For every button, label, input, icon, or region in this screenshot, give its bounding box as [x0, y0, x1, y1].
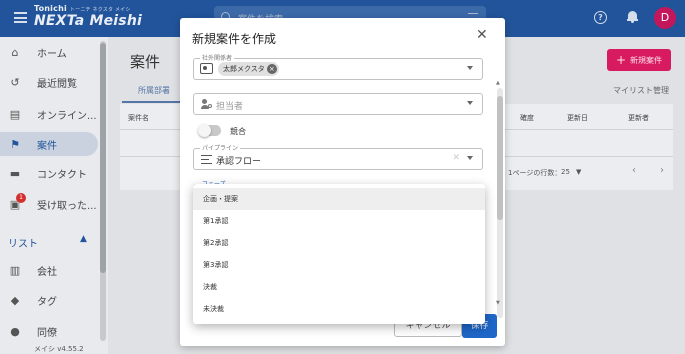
- sidebar-item-label: タグ: [37, 296, 57, 308]
- toggle-knob: [198, 124, 211, 137]
- sidebar-item-deals[interactable]: ⚑ 案件: [0, 132, 98, 156]
- pipeline-legend: パイプライン: [200, 143, 241, 152]
- close-icon[interactable]: ✕: [476, 27, 488, 43]
- sidebar-item-received[interactable]: ▣ 1 受け取った...: [0, 192, 98, 216]
- sidebar-scrollbar[interactable]: [100, 41, 106, 341]
- chat-icon: ▬: [9, 166, 21, 180]
- contact-card-icon: [200, 63, 213, 74]
- sidebar-item-recent[interactable]: ↺ 最近閲覧: [0, 70, 98, 94]
- scroll-thumb[interactable]: [497, 96, 503, 220]
- column-header[interactable]: 更新日: [567, 113, 588, 123]
- sidebar-item-contacts[interactable]: ▬ コンタクト: [0, 161, 98, 185]
- tab-department[interactable]: 所属部署: [138, 85, 170, 96]
- chevron-down-icon[interactable]: ▼: [576, 168, 581, 176]
- dialog-title: 新規案件を作成: [192, 32, 277, 46]
- notification-badge: 1: [16, 193, 26, 203]
- remove-chip-icon[interactable]: ×: [266, 64, 277, 74]
- sidebar-item-home[interactable]: ⌂ ホーム: [0, 40, 98, 64]
- customer-field[interactable]: 社外関係者 太郎メクスタ ×: [193, 53, 483, 80]
- rows-per-page-label: 1ページの行数：: [508, 169, 562, 177]
- sidebar-item-label: ホーム: [37, 48, 67, 60]
- bell-icon[interactable]: [627, 11, 638, 23]
- sidebar-item-label: オンライン...: [37, 110, 97, 122]
- dialog-scrollbar[interactable]: [497, 88, 503, 318]
- customer-legend: 社外関係者: [200, 53, 235, 62]
- next-page-icon[interactable]: ›: [660, 165, 664, 176]
- mylist-manage-link[interactable]: マイリスト管理: [613, 85, 669, 96]
- rows-per-page-select[interactable]: 25: [561, 168, 570, 176]
- phase-dropdown-menu: 企画・提案 第1承認 第2承認 第3承認 決裁 未決裁: [193, 184, 485, 324]
- sidebar-item-label: 受け取った...: [37, 200, 97, 212]
- brand-name: NEXTa Meishi: [34, 13, 143, 29]
- menu-icon[interactable]: [14, 12, 27, 23]
- home-icon: ⌂: [11, 45, 19, 59]
- dropdown-arrow-icon[interactable]: [467, 66, 473, 70]
- menu-item[interactable]: 第2承認: [193, 232, 485, 254]
- list-icon: [201, 155, 212, 164]
- tag-icon: ◆: [10, 293, 20, 307]
- building-icon: ▥: [9, 263, 21, 277]
- column-header[interactable]: 更新者: [628, 113, 649, 123]
- plus-icon: +: [615, 53, 627, 67]
- sidebar-item-label: 案件: [37, 140, 57, 152]
- brand-ruby: トーニチ ネクスタ メイシ: [69, 7, 131, 13]
- avatar[interactable]: D: [654, 7, 676, 29]
- sidebar-item-label: 会社: [37, 266, 57, 278]
- assignee-placeholder: 担当者: [216, 102, 244, 112]
- help-icon[interactable]: ?: [594, 11, 607, 24]
- page-title: 案件: [130, 53, 161, 71]
- pipeline-field[interactable]: パイプライン 承認フロー ✕: [193, 143, 483, 170]
- version-label: メイシ v4.55.2: [34, 345, 84, 353]
- menu-item[interactable]: 決裁: [193, 276, 485, 298]
- prev-page-icon[interactable]: ‹: [632, 165, 636, 176]
- customer-chip[interactable]: 太郎メクスタ ×: [218, 62, 279, 76]
- menu-item[interactable]: 第1承認: [193, 210, 485, 232]
- flag-icon: ⚑: [10, 137, 20, 151]
- competitor-toggle[interactable]: [198, 124, 221, 137]
- new-deal-label: 新規案件: [630, 55, 663, 65]
- sidebar-item-label: 最近閲覧: [37, 78, 77, 90]
- brand-logo[interactable]: Tonichi トーニチ ネクスタ メイシ NEXTa Meishi: [34, 4, 143, 29]
- customer-chip-label: 太郎メクスタ: [223, 65, 265, 73]
- history-icon: ↺: [10, 75, 20, 89]
- assignee-field[interactable]: 担当者: [193, 93, 483, 115]
- menu-item[interactable]: 未決裁: [193, 298, 485, 320]
- column-header[interactable]: 確度: [520, 113, 534, 123]
- pipeline-value: 承認フロー: [216, 157, 262, 167]
- sidebar-item-colleagues[interactable]: ● 同僚: [0, 319, 98, 343]
- scroll-up-icon[interactable]: ▲: [496, 80, 500, 86]
- id-card-icon: ▤: [9, 107, 21, 121]
- sidebar-item-tags[interactable]: ◆ タグ: [0, 288, 98, 312]
- scroll-thumb[interactable]: [100, 43, 106, 273]
- dropdown-arrow-icon[interactable]: [467, 101, 473, 105]
- sidebar-item-company[interactable]: ▥ 会社: [0, 258, 98, 282]
- scroll-down-icon[interactable]: ▼: [496, 300, 500, 306]
- clear-icon[interactable]: ✕: [452, 153, 460, 163]
- dropdown-arrow-icon[interactable]: [467, 156, 473, 160]
- menu-item[interactable]: 第3承認: [193, 254, 485, 276]
- people-icon: ●: [10, 324, 20, 338]
- chevron-up-icon[interactable]: ▲: [80, 234, 87, 244]
- sidebar-section-list[interactable]: リスト: [8, 235, 38, 250]
- sidebar: ⌂ ホーム ↺ 最近閲覧 ▤ オンライン... ⚑ 案件 ▬ コンタクト ▣ 1…: [0, 37, 108, 354]
- sidebar-item-online[interactable]: ▤ オンライン...: [0, 102, 98, 126]
- brand-small-text: Tonichi: [34, 4, 67, 13]
- column-header[interactable]: 案件名: [128, 113, 149, 123]
- competitor-label: 競合: [230, 127, 246, 136]
- person-settings-icon: [201, 99, 212, 110]
- menu-item[interactable]: 企画・提案: [193, 188, 485, 210]
- sidebar-item-label: コンタクト: [37, 169, 87, 181]
- sidebar-item-label: 同僚: [37, 327, 57, 339]
- new-deal-button[interactable]: + 新規案件: [607, 49, 671, 71]
